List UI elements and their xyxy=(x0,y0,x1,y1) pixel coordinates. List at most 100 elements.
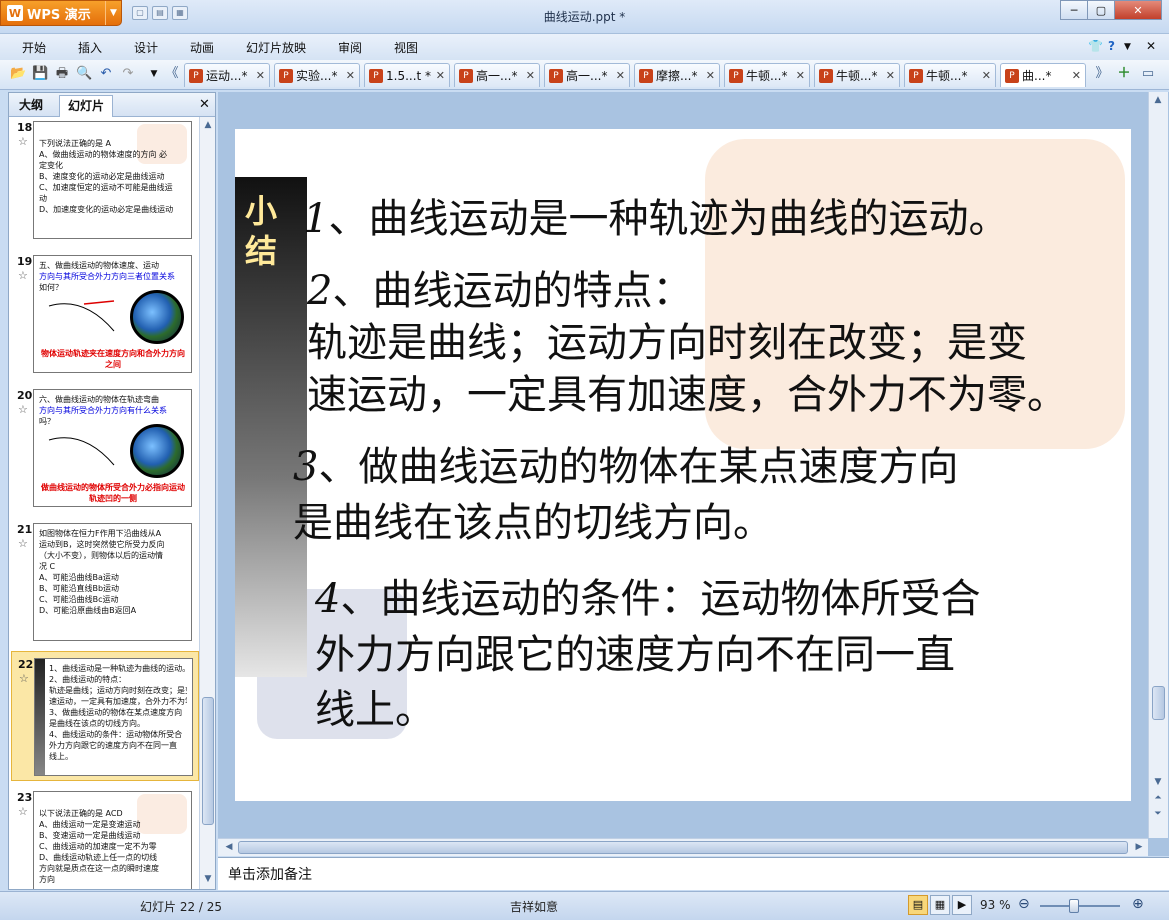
tabs-scroll-right-icon[interactable]: 》 xyxy=(1094,66,1110,82)
thumb-line: （大小不变），则物体以后的运动情 xyxy=(39,551,163,560)
doc-tab-6[interactable]: P 摩擦...* ✕ xyxy=(634,63,720,87)
close-tab-icon[interactable]: ✕ xyxy=(346,69,355,82)
print-icon[interactable]: 🖶 xyxy=(54,66,70,82)
point-text: 、曲线运动是一种轨迹为曲线的运动。 xyxy=(328,196,1009,242)
slide-preview: 1、曲线运动是一种轨迹为曲线的运动。 2、曲线运动的特点： 轨迹是曲线；运动方向… xyxy=(34,658,193,776)
close-tab-icon[interactable]: ✕ xyxy=(616,69,625,82)
open-icon[interactable]: 📂 xyxy=(10,66,26,82)
close-tab-icon[interactable]: ✕ xyxy=(982,69,991,82)
ppt-file-icon: P xyxy=(1005,68,1019,83)
ppt-file-icon: P xyxy=(909,68,923,83)
menu-animation[interactable]: 动画 xyxy=(190,39,214,56)
customize-dropdown-icon[interactable]: ▼ xyxy=(146,66,162,82)
thumb-line: C、加速度恒定的运动不可能是曲线运 xyxy=(39,183,173,192)
skin-icon[interactable]: 👕 xyxy=(1088,39,1103,53)
close-tab-icon[interactable]: ✕ xyxy=(886,69,895,82)
new-tab-icon[interactable]: ＋ xyxy=(1116,66,1132,82)
zoom-slider-thumb[interactable] xyxy=(1069,899,1080,913)
close-tab-icon[interactable]: ✕ xyxy=(706,69,715,82)
undo-icon[interactable]: ↶ xyxy=(98,66,114,82)
normal-view-icon[interactable]: ▤ xyxy=(908,895,928,915)
print-preview-icon[interactable]: 🔍 xyxy=(76,66,92,82)
tab-slides[interactable]: 幻灯片 xyxy=(59,95,114,117)
close-tab-icon[interactable]: ✕ xyxy=(436,69,445,82)
zoom-in-icon[interactable]: ⊕ xyxy=(1132,896,1144,912)
doc-tab-4[interactable]: P 高一...* ✕ xyxy=(454,63,540,87)
zoom-slider[interactable] xyxy=(1040,905,1120,907)
chevron-down-icon[interactable]: ▼ xyxy=(1124,42,1131,52)
close-tab-icon[interactable]: ✕ xyxy=(796,69,805,82)
close-tab-icon[interactable]: ✕ xyxy=(526,69,535,82)
thumb-line: D、加速度变化的运动必定是曲线运动 xyxy=(39,205,174,214)
maximize-button[interactable]: ▢ xyxy=(1087,0,1115,20)
slide-thumbnail-21[interactable]: 21 ☆ 如图物体在恒力F作用下沿曲线从A 运动到B，这时突然使它所受力反向 （… xyxy=(11,517,199,647)
minimize-button[interactable]: ─ xyxy=(1060,0,1088,20)
notes-area[interactable]: 单击添加备注 xyxy=(218,857,1169,890)
doc-tab-3[interactable]: P 1.5...t * ✕ xyxy=(364,63,450,87)
slide-thumbnail-19[interactable]: 19 ☆ 五、做曲线运动的物体速度、运动 方向与其所受合外力方向三者位置关系 如… xyxy=(11,249,199,379)
scroll-down-icon[interactable]: ▼ xyxy=(199,871,217,887)
scroll-right-icon[interactable]: ▶ xyxy=(1130,839,1148,855)
menu-insert[interactable]: 插入 xyxy=(78,39,102,56)
point-3[interactable]: 3、做曲线运动的物体在某点速度方向 xyxy=(293,441,958,494)
ppt-file-icon: P xyxy=(189,68,203,83)
close-tab-icon[interactable]: ✕ xyxy=(1072,69,1081,82)
slide-thumbnail-20[interactable]: 20 ☆ 六、做曲线运动的物体在轨迹弯曲 方向与其所受合外力方向有什么关系 吗？… xyxy=(11,383,199,513)
doc-tab-label: 运动...* xyxy=(206,69,248,83)
menu-view[interactable]: 视图 xyxy=(394,39,418,56)
point-number: 3 xyxy=(293,444,319,490)
doc-tab-label: 牛顿...* xyxy=(836,69,878,83)
editor-horizontal-scrollbar[interactable]: ◀ ▶ xyxy=(218,838,1148,856)
tab-outline[interactable]: 大纲 xyxy=(11,95,51,117)
close-doc-icon[interactable]: ✕ xyxy=(1146,39,1156,53)
panel-scrollbar[interactable]: ▲ ▼ xyxy=(199,117,215,889)
redo-icon[interactable]: ↷ xyxy=(120,66,136,82)
slide-thumbnail-23[interactable]: 23 ☆ 以下说法正确的是 ACD A、曲线运动一定是变速运动 B、变速运动一定… xyxy=(11,785,199,889)
scroll-thumb[interactable] xyxy=(1152,686,1165,720)
slide-thumbnail-list: 18 ☆ 下列说法正确的是 A A、做曲线运动的物体速度的方向 必 定变化 B、… xyxy=(9,117,199,889)
close-panel-icon[interactable]: ✕ xyxy=(199,97,210,112)
next-slide-icon[interactable]: ⏷ xyxy=(1149,806,1167,822)
point-4[interactable]: 4、曲线运动的条件：运动物体所受合 xyxy=(315,573,980,626)
help-icon[interactable]: ? xyxy=(1108,39,1115,53)
slide-canvas[interactable]: 小结 1、曲线运动是一种轨迹为曲线的运动。 2、曲线运动的特点： 轨迹是曲线；运… xyxy=(235,129,1131,801)
tabs-scroll-left-icon[interactable]: 《 xyxy=(164,66,180,82)
scroll-up-icon[interactable]: ▲ xyxy=(1149,92,1167,108)
doc-tab-8[interactable]: P 牛顿...* ✕ xyxy=(814,63,900,87)
slide-sorter-icon[interactable]: ▦ xyxy=(930,895,950,915)
zoom-out-icon[interactable]: ⊖ xyxy=(1018,896,1030,912)
doc-tab-5[interactable]: P 高一...* ✕ xyxy=(544,63,630,87)
scroll-down-icon[interactable]: ▼ xyxy=(1149,774,1167,790)
point-2[interactable]: 2、曲线运动的特点： xyxy=(307,265,692,318)
tab-list-icon[interactable]: ▭ xyxy=(1140,66,1156,82)
scroll-thumb[interactable] xyxy=(238,841,1128,854)
menu-review[interactable]: 审阅 xyxy=(338,39,362,56)
editor-vertical-scrollbar[interactable]: ▲ ▼ ⏶ ⏷ xyxy=(1148,92,1168,838)
menu-home[interactable]: 开始 xyxy=(22,39,46,56)
slide-number: 21 xyxy=(17,523,33,536)
slideshow-icon[interactable]: ▶ xyxy=(952,895,972,915)
close-button[interactable]: ✕ xyxy=(1114,0,1162,20)
doc-tab-7[interactable]: P 牛顿...* ✕ xyxy=(724,63,810,87)
slide-thumbnail-22-selected[interactable]: 22 ☆ 1、曲线运动是一种轨迹为曲线的运动。 2、曲线运动的特点： 轨迹是曲线… xyxy=(11,651,199,781)
scroll-thumb[interactable] xyxy=(202,697,214,825)
close-tab-icon[interactable]: ✕ xyxy=(256,69,265,82)
ppt-file-icon: P xyxy=(549,68,563,83)
doc-tab-active[interactable]: P 曲...* ✕ xyxy=(1000,63,1086,87)
menu-slideshow[interactable]: 幻灯片放映 xyxy=(246,39,306,56)
doc-tab-2[interactable]: P 实验...* ✕ xyxy=(274,63,360,87)
doc-tab-9[interactable]: P 牛顿...* ✕ xyxy=(904,63,996,87)
save-icon[interactable]: 💾 xyxy=(32,66,48,82)
scroll-left-icon[interactable]: ◀ xyxy=(220,839,238,855)
thumb-footer: 物体运动轨迹夹在速度方向和合外力方向之间 xyxy=(41,349,185,369)
point-number: 2 xyxy=(307,268,333,314)
thumb-line: 2、曲线运动的特点： xyxy=(49,675,127,684)
point-1[interactable]: 1、曲线运动是一种轨迹为曲线的运动。 xyxy=(303,193,1008,246)
menu-design[interactable]: 设计 xyxy=(134,39,158,56)
slide-thumbnail-18[interactable]: 18 ☆ 下列说法正确的是 A A、做曲线运动的物体速度的方向 必 定变化 B、… xyxy=(11,117,199,245)
previous-slide-icon[interactable]: ⏶ xyxy=(1149,790,1167,806)
scroll-up-icon[interactable]: ▲ xyxy=(199,117,217,133)
doc-tab-1[interactable]: P 运动...* ✕ xyxy=(184,63,270,87)
ppt-file-icon: P xyxy=(459,68,473,83)
thumb-line: C、曲线运动的加速度一定不为零 xyxy=(39,842,157,851)
